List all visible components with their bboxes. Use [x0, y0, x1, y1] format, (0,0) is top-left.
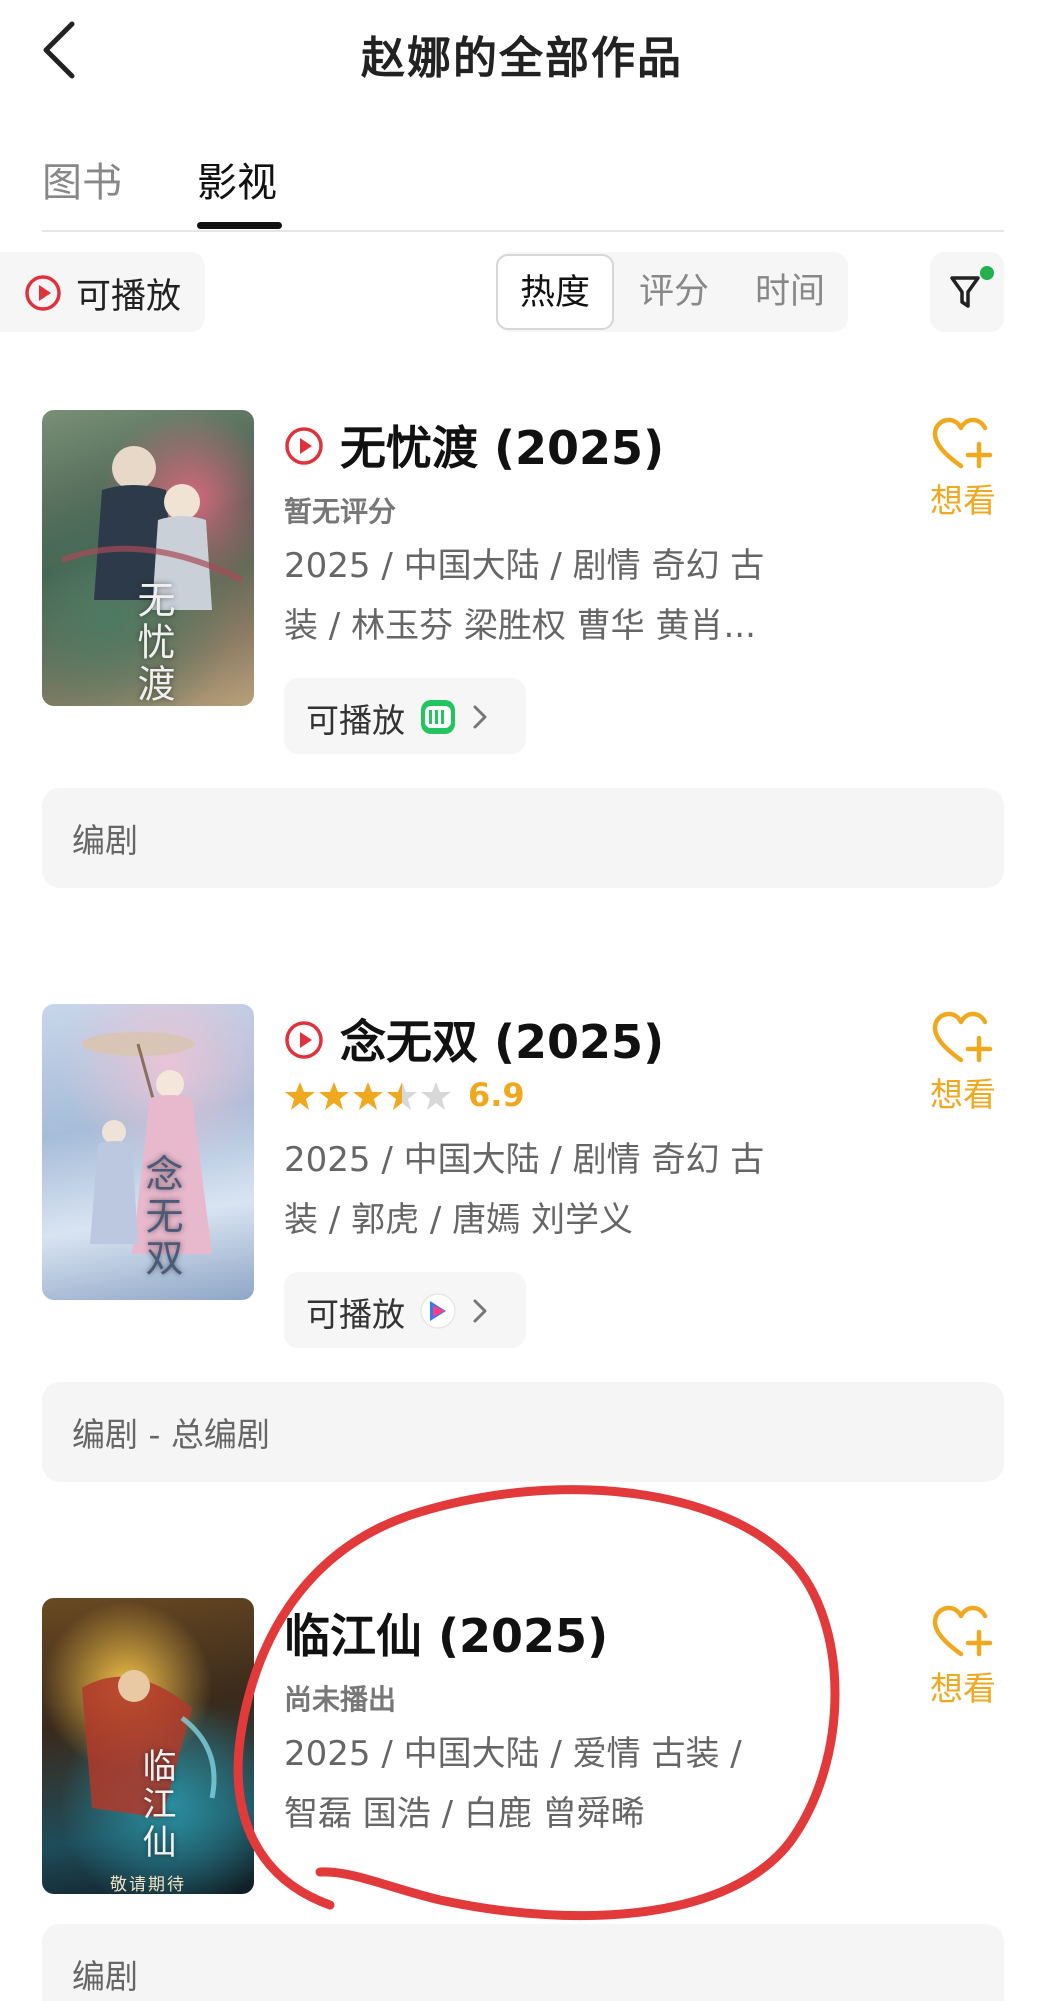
poster-title-text: 念无双 [139, 1154, 183, 1280]
star-icon-full [285, 1082, 315, 1110]
sort-segmented-control: 热度 评分 时间 [496, 252, 848, 332]
work-meta-line: 2025 / 中国大陆 / 剧情 奇幻 古 [284, 1140, 765, 1180]
sort-by-rating[interactable]: 评分 [624, 252, 724, 332]
want-to-watch-label: 想看 [930, 1075, 996, 1114]
tab-video[interactable]: 影视 [197, 150, 277, 208]
iqiyi-logo-icon [421, 700, 455, 734]
role-label: 编剧 [72, 1957, 138, 1996]
play-source-label: 可播放 [306, 701, 405, 740]
work-meta: 2025 / 中国大陆 / 爱情 古装 / 智磊 国浩 / 白鹿 曾舜晞 [284, 1724, 814, 1844]
work-meta: 2025 / 中国大陆 / 剧情 奇幻 古 装 / 郭虎 / 唐嫣 刘学义 [284, 1130, 814, 1250]
filter-active-dot [980, 266, 994, 280]
poster-image[interactable]: 临江仙 敬请期待 [42, 1598, 254, 1894]
star-icon-full [319, 1082, 349, 1110]
star-icon-empty [421, 1082, 451, 1110]
rating-status: 暂无评分 [284, 495, 397, 528]
playable-filter-label: 可播放 [76, 277, 182, 317]
want-to-watch-label: 想看 [930, 481, 996, 520]
play-source-chip[interactable]: 可播放 [284, 678, 526, 754]
heart-plus-icon [932, 417, 993, 469]
filter-funnel-icon [950, 276, 980, 308]
filter-button[interactable] [930, 252, 1004, 332]
work-card[interactable]: 无忧渡 无忧渡 (2025) 暂无评分 2025 / 中国大陆 / 剧情 奇幻 … [42, 410, 1004, 890]
work-meta-line: 智磊 国浩 / 白鹿 曾舜晞 [284, 1794, 645, 1834]
role-box: 编剧 [42, 1924, 1004, 2001]
sort-by-time[interactable]: 时间 [740, 252, 840, 332]
role-box: 编剧 [42, 788, 1004, 888]
poster-image[interactable]: 念无双 [42, 1004, 254, 1300]
play-source-chip[interactable]: 可播放 [284, 1272, 526, 1348]
work-card[interactable]: 临江仙 敬请期待 临江仙 (2025) 尚未播出 2025 / 中国大陆 / 爱… [42, 1598, 1004, 2001]
work-meta-line: 装 / 林玉芬 梁胜权 曹华 黄肖... [284, 606, 756, 646]
rating-status: 尚未播出 [284, 1683, 397, 1716]
want-to-watch-button[interactable]: 想看 [922, 1604, 1004, 1724]
app-header: 赵娜的全部作品 [0, 0, 1044, 110]
want-to-watch-label: 想看 [930, 1669, 996, 1708]
star-icon-full [353, 1082, 383, 1110]
work-meta-line: 装 / 郭虎 / 唐嫣 刘学义 [284, 1200, 633, 1240]
heart-plus-icon [932, 1605, 993, 1657]
chevron-right-icon [473, 705, 487, 729]
role-box: 编剧 - 总编剧 [42, 1382, 1004, 1482]
youku-logo-icon [420, 1293, 456, 1329]
heart-plus-icon [932, 1011, 993, 1063]
category-tabs: 图书 影视 [42, 140, 1004, 232]
play-circle-icon [285, 1021, 323, 1059]
chevron-right-icon [473, 1299, 487, 1323]
work-meta-line: 2025 / 中国大陆 / 爱情 古装 / [284, 1734, 742, 1774]
role-label: 编剧 [72, 821, 138, 860]
play-source-label: 可播放 [306, 1295, 405, 1334]
work-title[interactable]: 临江仙 (2025) [284, 1600, 608, 1666]
poster-title-text: 临江仙 [136, 1748, 176, 1862]
rating-score: 6.9 [468, 1076, 525, 1114]
star-icon-half [387, 1082, 417, 1110]
tab-books[interactable]: 图书 [42, 150, 122, 208]
work-title[interactable]: 无忧渡 (2025) [340, 412, 664, 478]
play-circle-icon [25, 275, 61, 311]
play-circle-icon [285, 427, 323, 465]
want-to-watch-button[interactable]: 想看 [922, 416, 1004, 536]
active-tab-indicator [197, 222, 282, 229]
poster-caption: 敬请期待 [110, 1875, 186, 1894]
want-to-watch-button[interactable]: 想看 [922, 1010, 1004, 1130]
work-meta: 2025 / 中国大陆 / 剧情 奇幻 古 装 / 林玉芬 梁胜权 曹华 黄肖.… [284, 536, 814, 656]
sort-by-popularity[interactable]: 热度 [496, 254, 614, 330]
poster-title-text: 无忧渡 [131, 580, 175, 706]
filter-row: 可播放 热度 评分 时间 [0, 252, 1044, 332]
playable-filter-chip[interactable]: 可播放 [0, 252, 205, 332]
work-meta-line: 2025 / 中国大陆 / 剧情 奇幻 古 [284, 546, 765, 586]
page-title: 赵娜的全部作品 [361, 33, 683, 84]
role-label: 编剧 - 总编剧 [72, 1415, 270, 1454]
work-card[interactable]: 念无双 念无双 (2025) 6.9 2025 / 中国大陆 / 剧情 奇幻 古… [42, 1004, 1004, 1484]
work-title[interactable]: 念无双 (2025) [340, 1006, 664, 1072]
poster-image[interactable]: 无忧渡 [42, 410, 254, 706]
